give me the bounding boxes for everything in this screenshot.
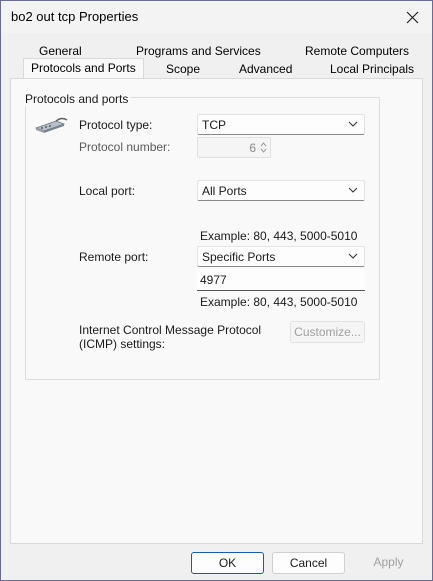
protocol-number-value: 6 [249, 141, 256, 155]
tab-row-2: Protocols and Ports Scope Advanced Local… [1, 58, 432, 79]
close-button[interactable] [392, 1, 432, 33]
title-bar: bo2 out tcp Properties [1, 1, 432, 33]
spin-arrows-icon [260, 142, 267, 153]
local-port-select[interactable]: All Ports [197, 180, 365, 201]
remote-port-select[interactable]: Specific Ports [197, 246, 365, 267]
tab-programs-and-services[interactable]: Programs and Services [136, 44, 261, 58]
remote-port-label: Remote port: [79, 250, 149, 264]
protocol-type-select[interactable]: TCP [197, 114, 365, 135]
remote-port-input[interactable] [197, 269, 365, 290]
tab-protocols-and-ports[interactable]: Protocols and Ports [23, 58, 144, 79]
tab-general[interactable]: General [39, 44, 82, 58]
protocol-number-label: Protocol number: [79, 140, 171, 154]
group-label: Protocols and ports [23, 92, 131, 106]
local-port-example: Example: 80, 443, 5000-5010 [200, 229, 358, 243]
protocol-number-stepper[interactable]: 6 [197, 137, 271, 158]
ok-button[interactable]: OK [191, 552, 264, 574]
chevron-down-icon [348, 253, 358, 259]
chevron-down-icon [348, 121, 358, 127]
close-icon [406, 11, 418, 23]
apply-button[interactable]: Apply [352, 552, 425, 574]
customize-button[interactable]: Customize... [290, 321, 365, 343]
tab-remote-computers[interactable]: Remote Computers [305, 44, 409, 58]
tab-advanced[interactable]: Advanced [239, 62, 292, 76]
cancel-button[interactable]: Cancel [272, 552, 345, 574]
tab-local-principals[interactable]: Local Principals [330, 62, 414, 76]
protocol-type-label: Protocol type: [79, 118, 153, 132]
network-cable-icon [34, 117, 68, 133]
local-port-value: All Ports [202, 184, 247, 198]
remote-port-value: Specific Ports [202, 250, 276, 264]
protocol-type-value: TCP [202, 118, 226, 132]
chevron-down-icon [348, 187, 358, 193]
icmp-label-line2: (ICMP) settings: [79, 337, 166, 351]
local-port-label: Local port: [79, 184, 136, 198]
window-title: bo2 out tcp Properties [11, 9, 139, 24]
tab-scope[interactable]: Scope [166, 62, 200, 76]
remote-port-field[interactable] [197, 269, 365, 291]
remote-port-example: Example: 80, 443, 5000-5010 [200, 295, 358, 309]
properties-dialog: bo2 out tcp Properties General Programs … [0, 0, 433, 581]
icmp-label-line1: Internet Control Message Protocol [79, 323, 262, 337]
